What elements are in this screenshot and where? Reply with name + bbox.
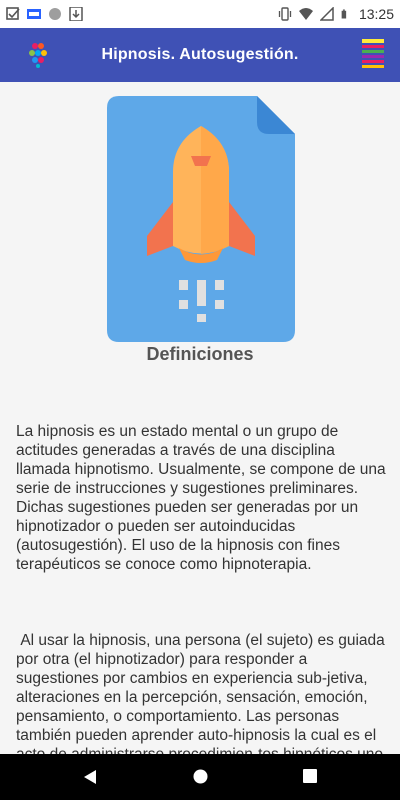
circle-notification-icon [49, 8, 61, 20]
status-time: 13:25 [358, 6, 394, 22]
back-icon[interactable] [83, 769, 97, 785]
status-bar: 13:25 [0, 0, 400, 28]
paragraph: La hipnosis es un estado mental o un gru… [16, 423, 390, 573]
app-logo-icon[interactable] [28, 42, 54, 68]
menu-button[interactable] [362, 38, 384, 72]
navigation-bar [0, 754, 400, 800]
recents-icon[interactable] [303, 769, 317, 783]
status-system: 13:25 [278, 6, 394, 22]
download-notification-icon [69, 7, 83, 21]
battery-icon [341, 9, 347, 19]
rocket-document-icon [107, 96, 295, 342]
home-icon[interactable] [193, 769, 208, 784]
signal-icon [319, 7, 334, 21]
vibrate-icon [278, 7, 292, 21]
main-content[interactable]: Definiciones La hipnosis es un estado me… [0, 82, 400, 754]
checkbox-notification-icon [6, 7, 20, 20]
wifi-icon [298, 8, 313, 20]
news-notification-icon [27, 9, 41, 19]
article-text: La hipnosis es un estado mental o un gru… [16, 384, 388, 754]
section-title: Definiciones [146, 344, 254, 364]
status-notifications [6, 7, 83, 21]
paragraph: Al usar la hipnosis, una persona (el suj… [16, 632, 385, 754]
app-bar: Hipnosis. Autosugestión. [0, 28, 400, 82]
page-title: Hipnosis. Autosugestión. [101, 46, 299, 63]
